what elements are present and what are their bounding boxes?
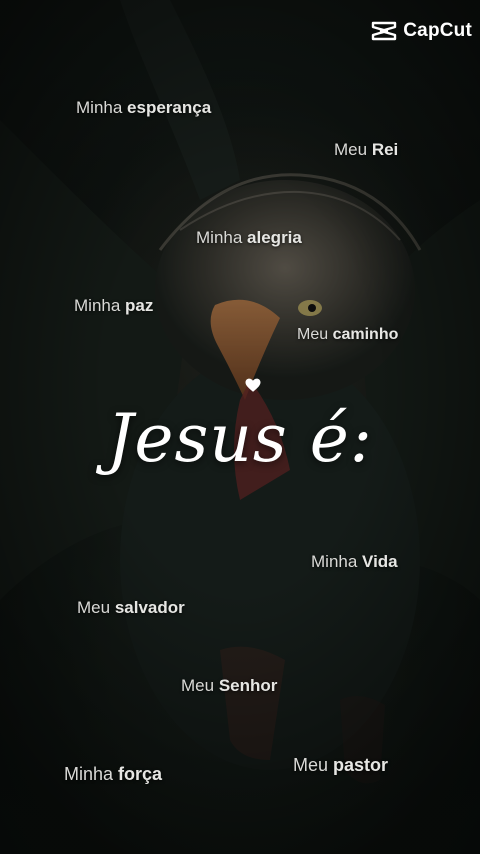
capcut-brand-text: CapCut [403,20,472,41]
phrase-meu-senhor: Meu Senhor [181,676,278,695]
capcut-logo-icon [372,21,397,41]
title-jesus-e: Jesus é: [106,400,374,477]
video-frame: CapCut Minha esperança Meu Rei Minha ale… [0,0,480,854]
phrase-meu-pastor: Meu pastor [293,755,389,775]
phrase-meu-rei: Meu Rei [334,140,399,159]
phrase-minha-esperanca: Minha esperança [76,98,212,117]
heart-icon [245,378,261,392]
capcut-watermark: CapCut [371,20,472,42]
phrase-meu-salvador: Meu salvador [77,598,185,617]
phrase-minha-forca: Minha força [64,764,163,784]
phrase-minha-paz: Minha paz [74,296,154,315]
phrase-meu-caminho: Meu caminho [297,326,399,343]
phrase-minha-vida: Minha Vida [311,552,398,571]
phrase-minha-alegria: Minha alegria [196,228,302,247]
